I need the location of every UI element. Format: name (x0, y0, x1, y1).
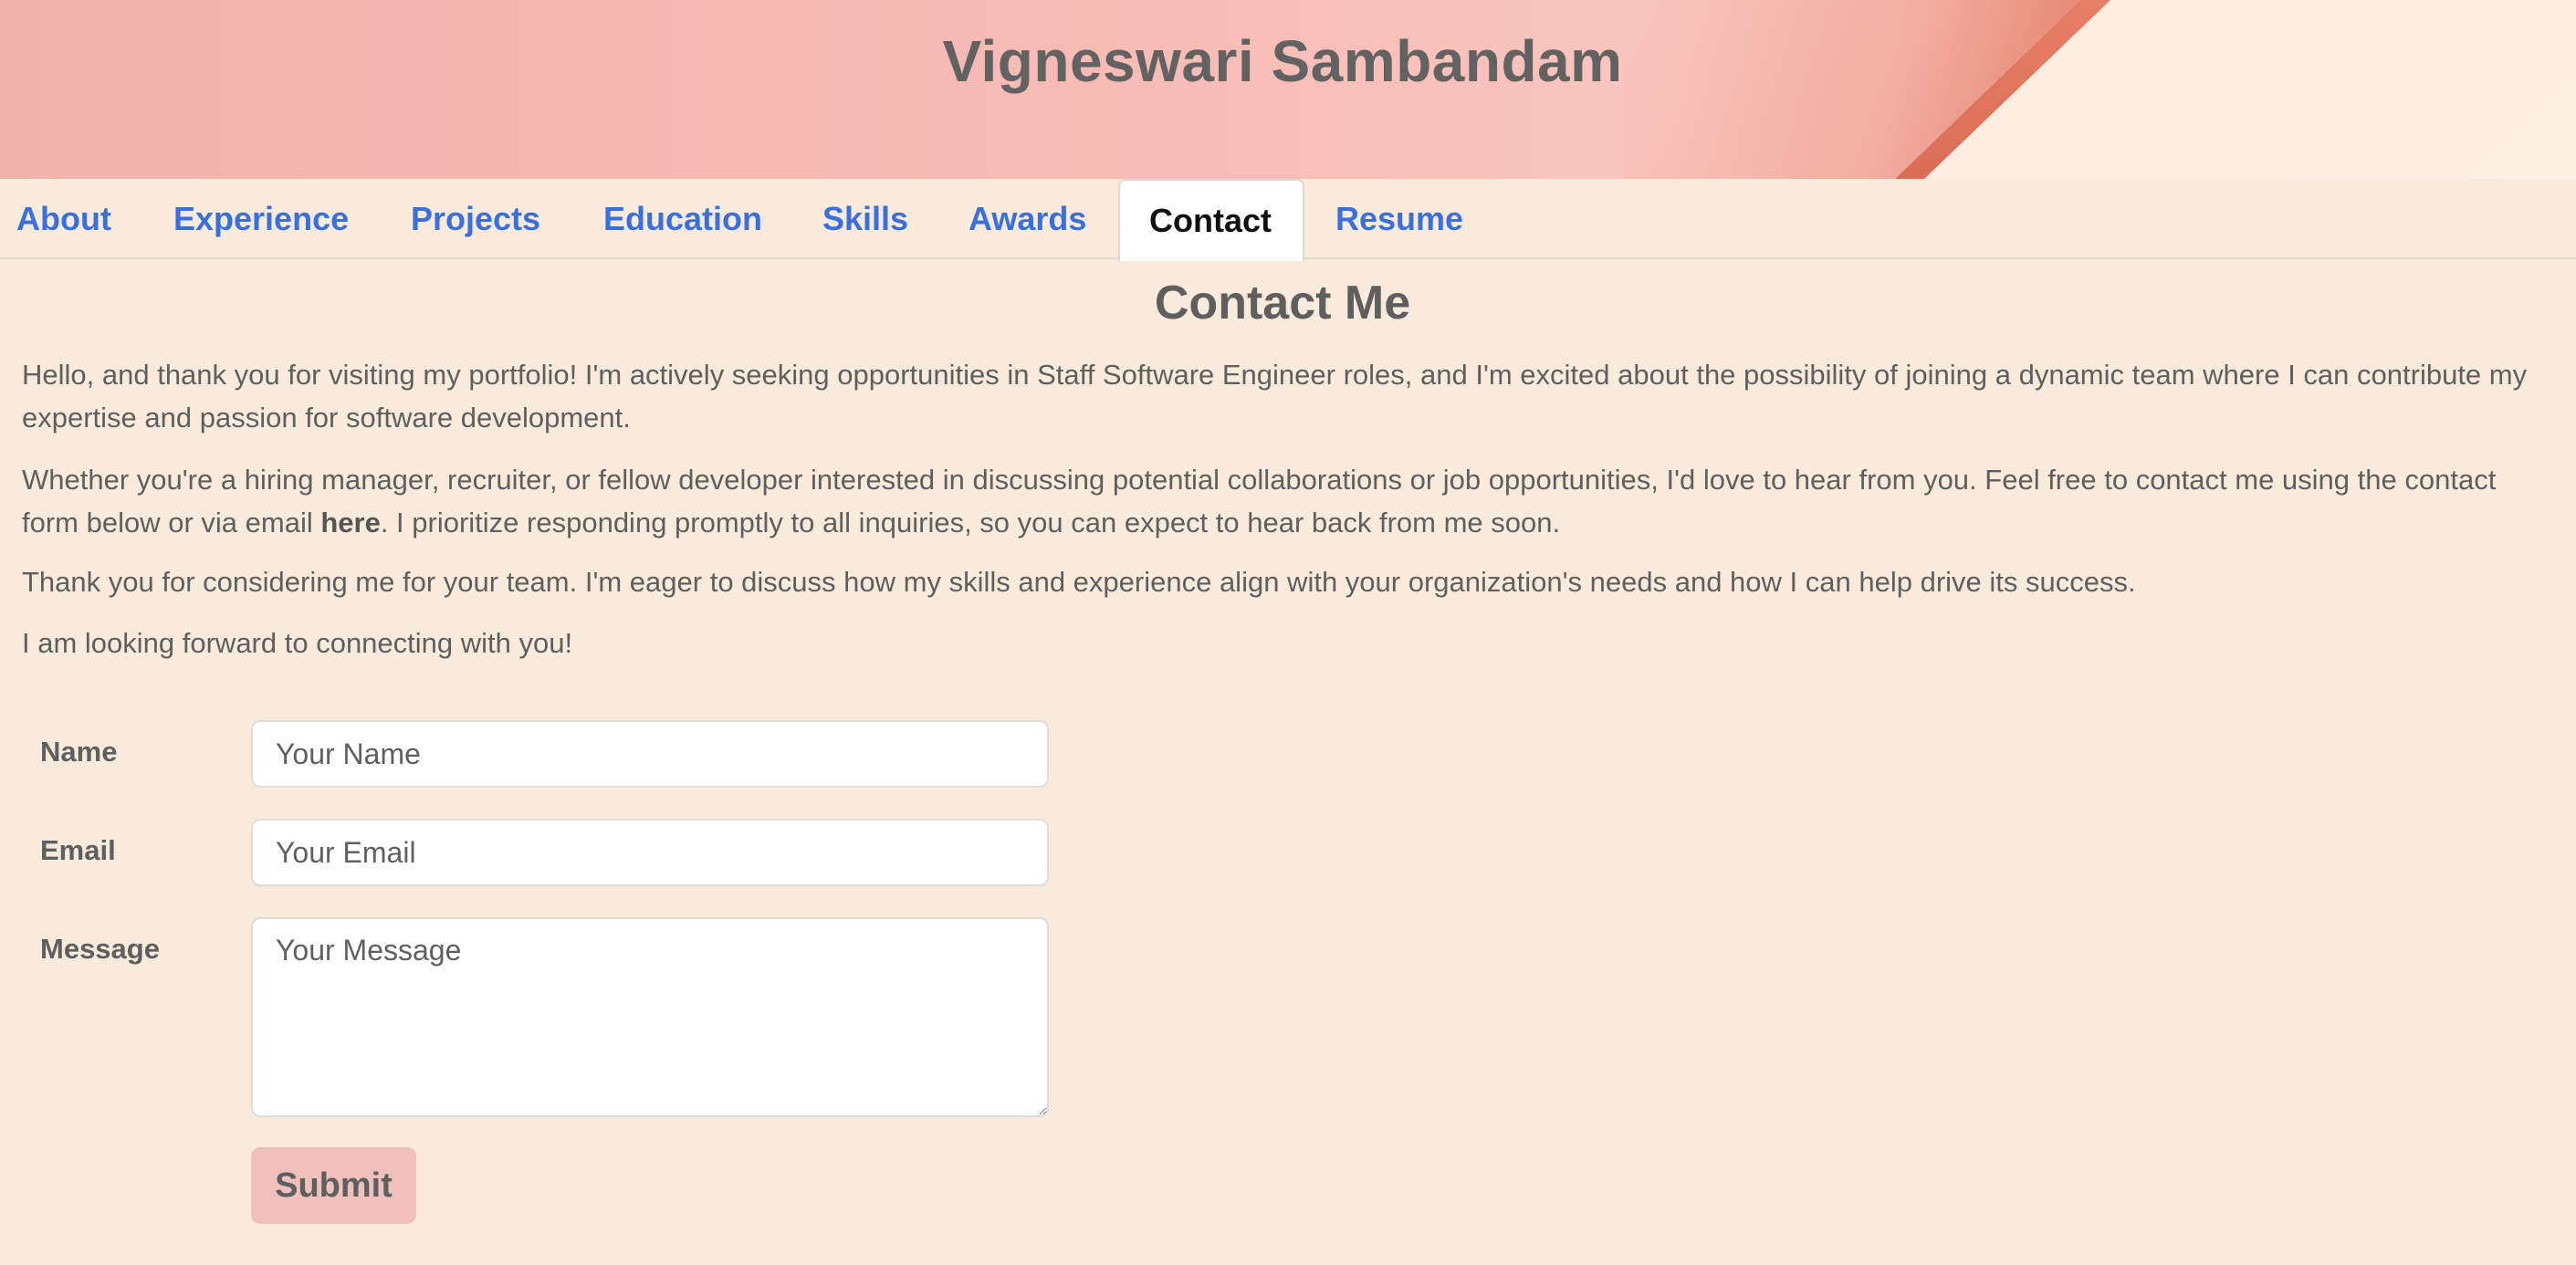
email-input[interactable] (251, 819, 1049, 886)
thanks-paragraph: Thank you for considering me for your te… (22, 566, 2136, 598)
message-label: Message (40, 933, 160, 965)
header-banner: Vigneswari Sambandam (0, 0, 2576, 179)
site-title: Vigneswari Sambandam (942, 28, 1623, 94)
tab-skills[interactable]: Skills (806, 179, 925, 259)
intro-paragraph: Hello, and thank you for visiting my por… (22, 359, 2528, 434)
tab-awards[interactable]: Awards (952, 179, 1103, 259)
contact-info-text-end: . I prioritize responding promptly to al… (380, 507, 1561, 538)
email-label: Email (40, 834, 116, 866)
submit-button[interactable]: Submit (251, 1147, 416, 1224)
message-textarea[interactable] (251, 917, 1049, 1117)
name-input[interactable] (251, 720, 1049, 788)
tab-resume[interactable]: Resume (1319, 179, 1480, 259)
name-label: Name (40, 736, 118, 768)
nav-tabs: About Experience Projects Education Skil… (0, 179, 2576, 261)
tab-education[interactable]: Education (587, 179, 779, 259)
email-link[interactable]: here (320, 507, 380, 538)
section-title: Contact Me (1154, 277, 1411, 329)
tab-about[interactable]: About (0, 179, 128, 259)
contact-info-paragraph: Whether you're a hiring manager, recruit… (22, 458, 2541, 544)
tab-experience[interactable]: Experience (157, 179, 365, 259)
tab-projects[interactable]: Projects (394, 179, 557, 259)
tab-contact[interactable]: Contact (1118, 179, 1304, 261)
closing-paragraph: I am looking forward to connecting with … (22, 627, 573, 659)
